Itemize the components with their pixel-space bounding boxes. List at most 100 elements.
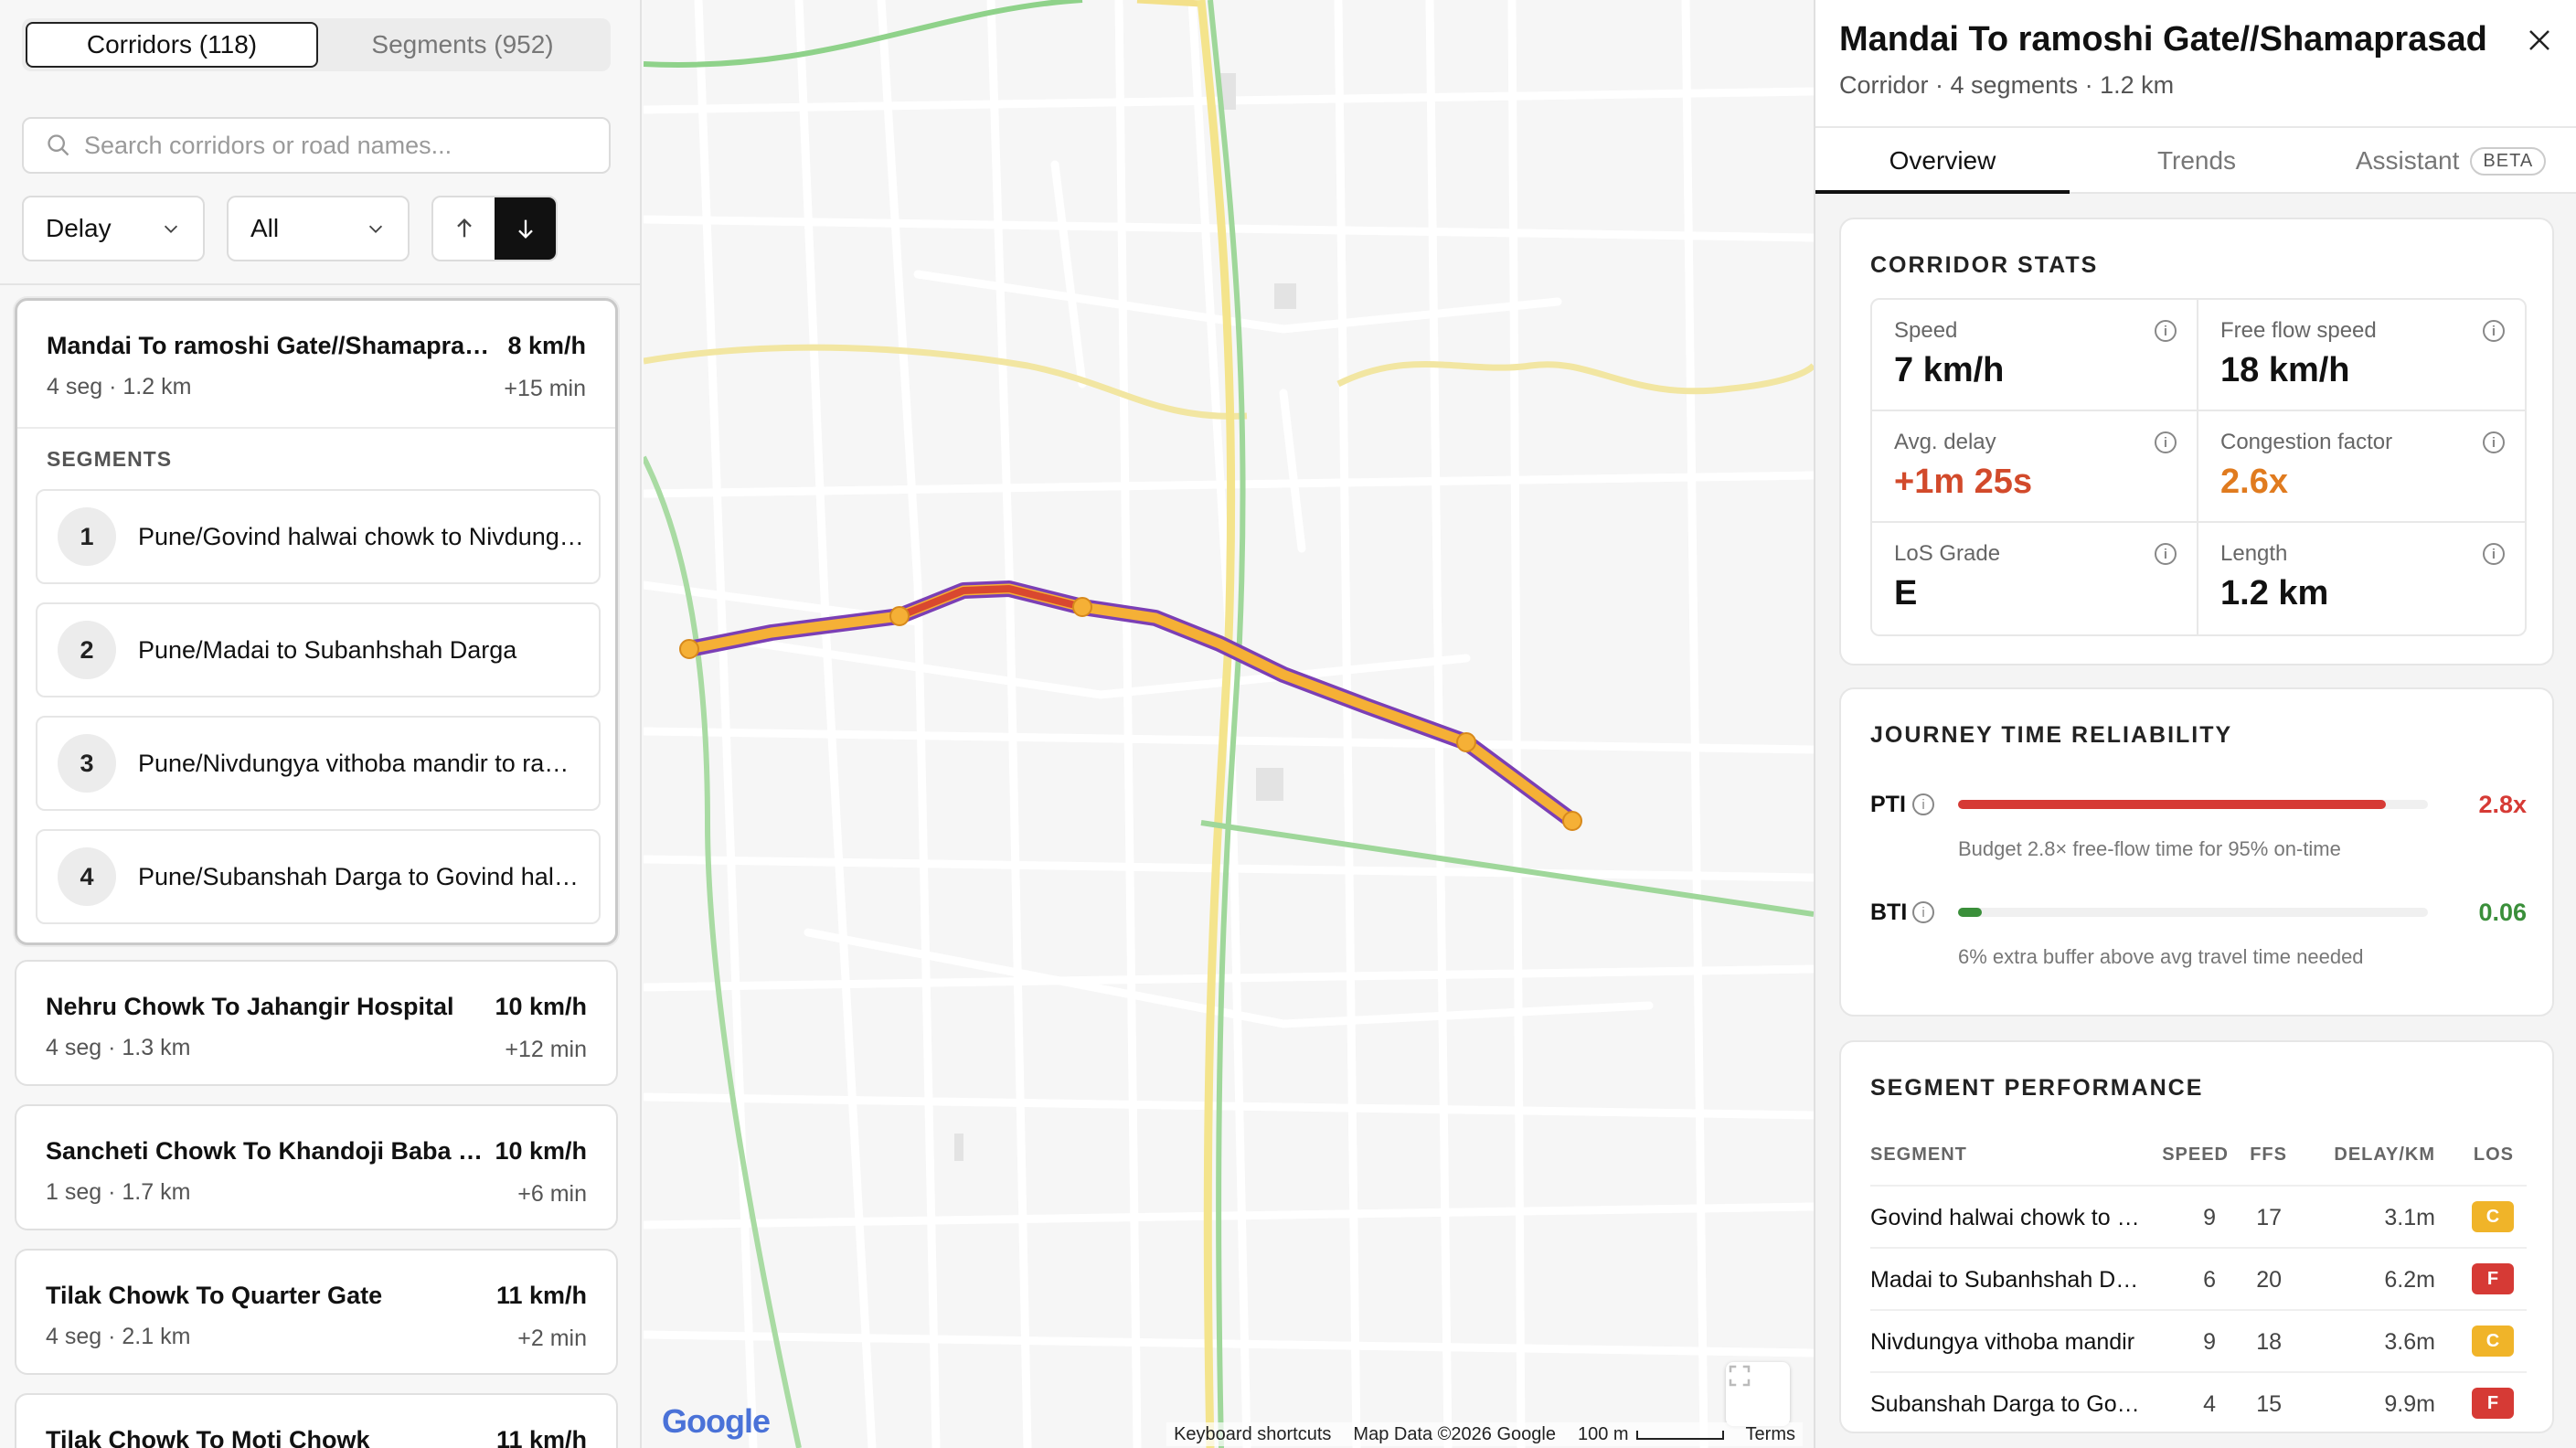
tab-trends[interactable]: Trends	[2070, 128, 2324, 194]
pti-label: PTI	[1870, 791, 1906, 817]
map-data-text: Map Data ©2026 Google	[1353, 1423, 1556, 1444]
stat-label: Speed	[1894, 318, 1958, 343]
map-control-button[interactable]	[1726, 1362, 1790, 1426]
divider	[0, 283, 640, 285]
corridor-card[interactable]: Sancheti Chowk To Khandoji Baba Chowk 10…	[15, 1104, 618, 1230]
corridor-card-selected[interactable]: Mandai To ramoshi Gate//Shamaprasad 8 km…	[15, 298, 618, 945]
segment-cell: Nivdungya vithoba mandir	[1870, 1329, 2135, 1355]
info-icon[interactable]: i	[2483, 431, 2505, 453]
stat-label: LoS Grade	[1894, 541, 2001, 566]
segment-item[interactable]: 4 Pune/Subanshah Darga to Govind halwai …	[36, 829, 601, 924]
delay-cell: 9.9m	[2384, 1391, 2435, 1417]
keyboard-shortcuts-link[interactable]: Keyboard shortcuts	[1174, 1424, 1331, 1445]
tab-label: Trends	[2156, 146, 2237, 175]
corridor-speed: 8 km/h	[507, 332, 586, 359]
tab-label: Overview	[1889, 146, 1996, 175]
stat-value: 18 km/h	[2220, 351, 2350, 389]
table-row[interactable]: Subanshah Darga to Govind 4 15 9.9m F	[1870, 1371, 2527, 1433]
info-icon[interactable]: i	[2155, 431, 2177, 453]
corridor-title: Tilak Chowk To Quarter Gate	[46, 1282, 383, 1309]
fullscreen-icon	[1729, 1365, 1751, 1387]
chevron-down-icon	[368, 225, 383, 233]
segment-number: 4	[58, 847, 116, 906]
segment-number: 1	[58, 507, 116, 566]
panel-subtitle: Corridor · 4 segments · 1.2 km	[1839, 71, 2175, 99]
arrow-down-icon	[517, 219, 533, 239]
col-los: LOS	[2473, 1145, 2514, 1165]
corridor-card[interactable]: Tilak Chowk To Moti Chowk 11 km/h	[15, 1393, 618, 1448]
ffs-cell: 15	[2256, 1391, 2282, 1417]
info-icon[interactable]: i	[1912, 901, 1934, 923]
tab-assistant[interactable]: Assistant BETA	[2324, 128, 2576, 194]
col-segment: SEGMENT	[1870, 1145, 1967, 1165]
stat-label: Length	[2220, 541, 2288, 566]
info-icon[interactable]: i	[2155, 543, 2177, 565]
corridor-detail-panel: Mandai To ramoshi Gate//Shamaprasad Corr…	[1814, 0, 2576, 1448]
sort-descending-button[interactable]	[495, 197, 556, 260]
segment-item[interactable]: 1 Pune/Govind halwai chowk to Nivdungya …	[36, 489, 601, 584]
segment-cell: Subanshah Darga to Govind	[1870, 1391, 2145, 1417]
corridor-meta: 4 seg · 1.3 km	[46, 1035, 191, 1060]
map-view[interactable]: Google Keyboard shortcuts Map Data ©2026…	[644, 0, 1814, 1448]
table-row[interactable]: Govind halwai chowk to Nivdungya 9 17 3.…	[1870, 1185, 2527, 1247]
search-input[interactable]	[84, 131, 596, 160]
speed-cell: 9	[2203, 1329, 2216, 1355]
stat-avg-delay: Avg. delay +1m 25s i	[1872, 411, 2198, 523]
corridor-card[interactable]: Tilak Chowk To Quarter Gate 11 km/h 4 se…	[15, 1249, 618, 1375]
panel-tabs: Overview Trends Assistant BETA	[1815, 126, 2576, 194]
segment-number: 3	[58, 734, 116, 793]
stat-speed: Speed 7 km/h i	[1872, 300, 2198, 411]
stat-value: 2.6x	[2220, 463, 2288, 501]
info-icon[interactable]: i	[1912, 793, 1934, 815]
bti-label: BTI	[1870, 899, 1908, 925]
google-logo: Google	[662, 1402, 771, 1441]
info-icon[interactable]: i	[2483, 543, 2505, 565]
los-badge: F	[2472, 1388, 2514, 1419]
corridor-card[interactable]: Nehru Chowk To Jahangir Hospital 10 km/h…	[15, 960, 618, 1086]
stat-free-flow-speed: Free flow speed 18 km/h i	[2198, 300, 2525, 411]
pti-row: PTI i 2.8x	[1870, 786, 2527, 823]
corridor-delay: +15 min	[504, 376, 586, 401]
segment-performance-card: SEGMENT PERFORMANCE SEGMENT SPEED FFS DE…	[1839, 1040, 2554, 1433]
terms-link[interactable]: Terms	[1746, 1424, 1795, 1445]
beta-badge: BETA	[2470, 146, 2547, 176]
close-icon	[2529, 30, 2549, 50]
chevron-down-icon	[164, 225, 178, 233]
pti-value: 2.8x	[2478, 790, 2527, 818]
corridor-speed: 10 km/h	[495, 1137, 587, 1165]
sort-by-value: Delay	[46, 214, 112, 242]
reliability-heading: JOURNEY TIME RELIABILITY	[1870, 722, 2233, 748]
arrow-up-icon	[456, 218, 472, 238]
bti-row: BTI i 0.06	[1870, 894, 2527, 931]
stat-length: Length 1.2 km i	[2198, 523, 2525, 634]
table-row[interactable]: Nivdungya vithoba mandir 9 18 3.6m C	[1870, 1309, 2527, 1371]
scale-label: 100 m	[1578, 1424, 1724, 1445]
ffs-cell: 20	[2256, 1267, 2282, 1293]
tab-overview[interactable]: Overview	[1815, 128, 2070, 194]
tab-corridors[interactable]: Corridors (118)	[26, 22, 318, 68]
corridor-stats-card: CORRIDOR STATS Speed 7 km/h i Free flow …	[1839, 218, 2554, 665]
corridor-speed: 11 km/h	[495, 1426, 587, 1448]
segment-item[interactable]: 3 Pune/Nivdungya vithoba mandir to ramos…	[36, 716, 601, 811]
sort-ascending-button[interactable]	[433, 197, 495, 260]
sort-direction	[431, 196, 558, 261]
app-root: Corridors (118) Segments (952) Delay All	[0, 0, 2576, 1448]
stat-value: E	[1894, 574, 1918, 612]
info-icon[interactable]: i	[2155, 320, 2177, 342]
panel-header: Mandai To ramoshi Gate//Shamaprasad Corr…	[1815, 0, 2576, 194]
stat-label: Avg. delay	[1894, 430, 1996, 454]
panel-title: Mandai To ramoshi Gate//Shamaprasad	[1839, 20, 2487, 59]
ffs-cell: 18	[2256, 1329, 2282, 1355]
delay-cell: 3.6m	[2384, 1329, 2435, 1355]
close-button[interactable]	[2521, 22, 2558, 59]
info-icon[interactable]: i	[2483, 320, 2505, 342]
corridor-meta: 4 seg · 1.2 km	[47, 374, 192, 399]
stat-label: Free flow speed	[2220, 318, 2377, 343]
tab-segments[interactable]: Segments (952)	[318, 22, 607, 68]
table-row[interactable]: Madai to Subanhshah Darga 6 20 6.2m F	[1870, 1247, 2527, 1309]
sort-by-dropdown[interactable]: Delay	[22, 196, 205, 261]
los-badge: C	[2472, 1326, 2514, 1357]
segment-item[interactable]: 2 Pune/Madai to Subanhshah Darga	[36, 602, 601, 697]
search-box	[22, 117, 611, 174]
category-dropdown[interactable]: All	[227, 196, 410, 261]
